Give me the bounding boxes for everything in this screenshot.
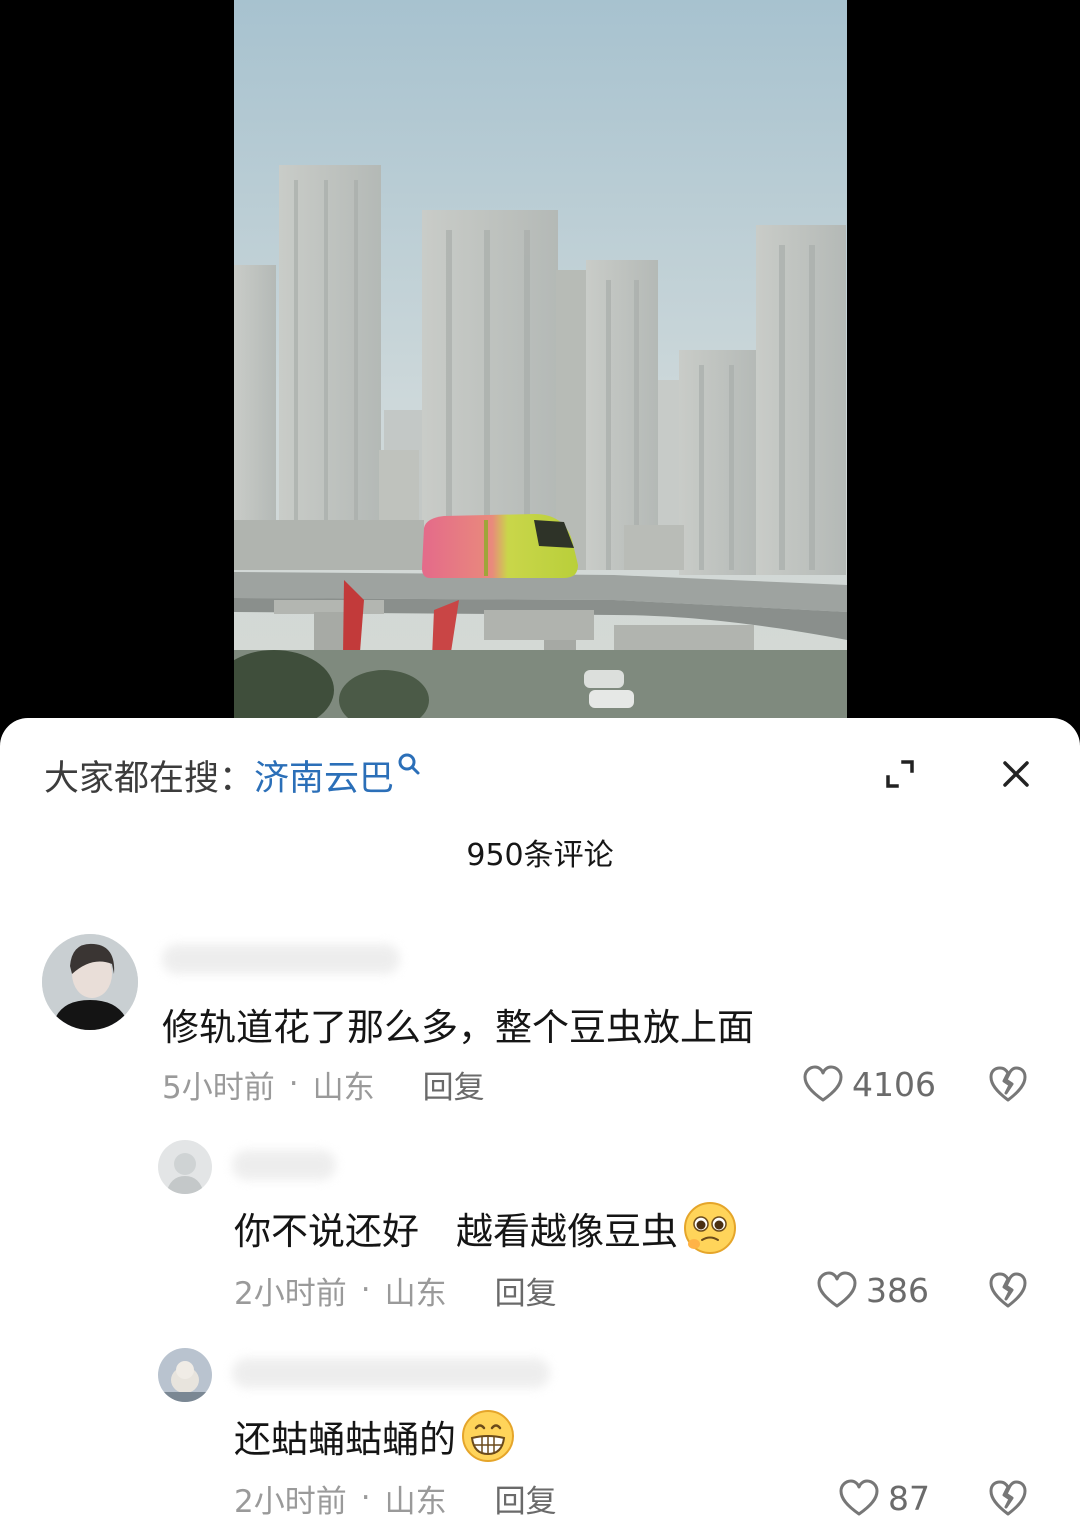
comment-text: 你不说还好 越看越像豆虫 <box>234 1200 738 1256</box>
heart-icon <box>817 1271 857 1308</box>
like-button[interactable]: 386 <box>816 1268 929 1312</box>
trending-search[interactable]: 大家都在搜： 济南云巴 <box>44 750 426 801</box>
username-blurred[interactable] <box>232 1150 336 1180</box>
avatar[interactable] <box>158 1140 212 1194</box>
meta-separator: · <box>360 1272 371 1308</box>
expand-icon <box>886 760 914 788</box>
comment-sheet: 大家都在搜： 济南云巴 950条评论 修轨道花了那么多，整个豆虫放上面 5小时前… <box>0 718 1080 1526</box>
meta-separator: · <box>360 1480 371 1516</box>
dislike-button[interactable] <box>986 1476 1030 1520</box>
broken-heart-icon <box>989 1272 1027 1308</box>
username-blurred[interactable] <box>162 944 400 974</box>
close-button[interactable] <box>992 750 1040 798</box>
avatar-image <box>158 1348 212 1402</box>
like-button[interactable]: 87 <box>838 1476 930 1520</box>
reply-button[interactable]: 回复 <box>495 1476 557 1521</box>
comment-text-content: 还蛄蛹蛄蛹的 <box>234 1418 456 1461</box>
broken-heart-icon <box>989 1066 1027 1102</box>
broken-heart-icon <box>989 1480 1027 1516</box>
comment-meta: 2小时前 · 山东 回复 <box>234 1476 557 1520</box>
expand-button[interactable] <box>876 750 924 798</box>
comment-text: 还蛄蛹蛄蛹的 <box>234 1408 516 1464</box>
grinning-face-icon <box>462 1410 514 1462</box>
comment-item: 修轨道花了那么多，整个豆虫放上面 5小时前 · 山东 回复 4106 <box>0 932 1080 1122</box>
video-player[interactable] <box>0 0 1080 730</box>
comment-text-content: 你不说还好 越看越像豆虫 <box>234 1210 678 1253</box>
username-blurred[interactable] <box>232 1358 550 1388</box>
heart-icon <box>803 1065 843 1102</box>
reply-item: 你不说还好 越看越像豆虫 2小时前 · 山东 回复 386 <box>0 1138 1080 1328</box>
comment-location: 山东 <box>384 1483 447 1520</box>
trending-search-prefix: 大家都在搜： <box>44 758 255 799</box>
avatar[interactable] <box>158 1348 212 1402</box>
comment-time: 2小时前 <box>234 1483 347 1520</box>
trending-search-keyword[interactable]: 济南云巴 <box>254 750 394 801</box>
dislike-button[interactable] <box>986 1268 1030 1312</box>
comment-text: 修轨道花了那么多，整个豆虫放上面 <box>162 998 754 1050</box>
comment-location: 山东 <box>384 1275 447 1312</box>
reply-button[interactable]: 回复 <box>495 1268 557 1313</box>
like-count: 4106 <box>852 1064 936 1104</box>
comment-meta: 5小时前 · 山东 回复 <box>162 1062 485 1106</box>
like-count: 386 <box>866 1270 929 1310</box>
like-count: 87 <box>888 1478 930 1518</box>
comment-time: 5小时前 <box>162 1069 275 1106</box>
reply-item: 还蛄蛹蛄蛹的 2小时前 · 山东 回复 87 <box>0 1346 1080 1526</box>
comment-location: 山东 <box>312 1069 375 1106</box>
avatar-image <box>42 934 138 1030</box>
avatar[interactable] <box>42 934 138 1030</box>
like-button[interactable]: 4106 <box>802 1062 936 1106</box>
video-frame <box>234 0 847 730</box>
comment-count: 950条评论 <box>466 838 614 873</box>
comment-text-content: 修轨道花了那么多，整个豆虫放上面 <box>162 1006 754 1049</box>
close-icon <box>1003 761 1029 787</box>
comment-meta: 2小时前 · 山东 回复 <box>234 1268 557 1312</box>
pleading-face-icon <box>684 1202 736 1254</box>
comment-time: 2小时前 <box>234 1275 347 1312</box>
avatar-image <box>158 1140 212 1194</box>
video-scene-image <box>234 0 847 730</box>
reply-button[interactable]: 回复 <box>423 1062 485 1107</box>
heart-icon <box>839 1479 879 1516</box>
dislike-button[interactable] <box>986 1062 1030 1106</box>
meta-separator: · <box>288 1066 299 1102</box>
search-icon <box>398 753 420 775</box>
